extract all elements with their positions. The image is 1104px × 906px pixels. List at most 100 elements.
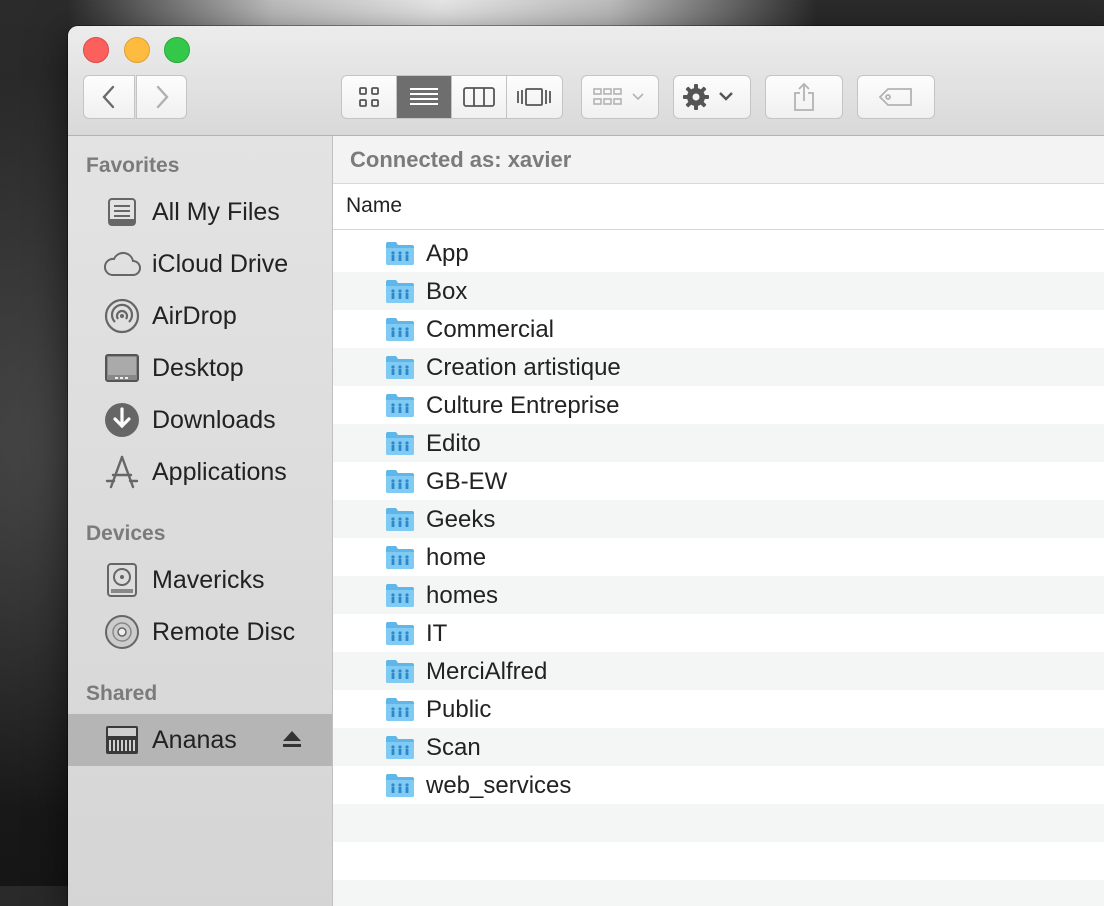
sidebar-header-devices: Devices	[86, 522, 166, 545]
shared-folder-icon	[385, 354, 415, 380]
sidebar-item-label: Remote Disc	[152, 617, 296, 646]
sidebar-item-label: Desktop	[152, 353, 244, 382]
list-item[interactable]: Creation artistique	[333, 348, 1104, 386]
close-button[interactable]	[83, 37, 109, 63]
file-list: App Box Commercial Creation artistique Cultu…	[333, 234, 1104, 906]
back-button[interactable]	[83, 75, 135, 119]
column-header-name[interactable]: Name	[333, 184, 1104, 230]
arrange-grid-icon	[593, 88, 644, 105]
tag-button[interactable]	[857, 75, 935, 119]
download-icon	[102, 400, 142, 440]
chevron-left-icon	[102, 85, 115, 109]
list-item[interactable]: GB-EW	[333, 462, 1104, 500]
shared-folder-icon	[385, 734, 415, 760]
folder-name: homes	[426, 582, 499, 609]
shared-folder-icon	[385, 240, 415, 266]
shared-folder-icon	[385, 772, 415, 798]
sidebar-item-label: Applications	[152, 457, 287, 486]
hard-drive-icon	[102, 560, 142, 600]
sidebar-item-mavericks[interactable]: Mavericks	[68, 554, 332, 606]
file-list-pane: Connected as: xavier Name App Box Commerci…	[333, 136, 1104, 906]
folder-name: home	[426, 544, 487, 571]
cloud-icon	[102, 244, 142, 284]
list-item[interactable]: Commercial	[333, 310, 1104, 348]
sidebar-item-desktop[interactable]: Desktop	[68, 342, 332, 394]
sidebar-item-label: iCloud Drive	[152, 249, 289, 278]
list-item[interactable]: homes	[333, 576, 1104, 614]
shared-folder-icon	[385, 278, 415, 304]
share-icon	[794, 82, 814, 111]
sidebar-item-airdrop[interactable]: AirDrop	[68, 290, 332, 342]
folder-name: MerciAlfred	[426, 658, 548, 685]
shared-folder-icon	[385, 506, 415, 532]
sidebar-header-favorites: Favorites	[86, 154, 180, 177]
list-item[interactable]: home	[333, 538, 1104, 576]
shared-folder-icon	[385, 658, 415, 684]
toolbar	[68, 26, 1104, 136]
list-view-button[interactable]	[397, 76, 452, 118]
list-item[interactable]: Edito	[333, 424, 1104, 462]
folder-name: Edito	[426, 430, 481, 457]
arrange-button[interactable]	[581, 75, 659, 119]
list-item[interactable]: Culture Entreprise	[333, 386, 1104, 424]
share-button[interactable]	[765, 75, 843, 119]
list-item[interactable]: Public	[333, 690, 1104, 728]
grid-icon	[359, 87, 379, 107]
action-button[interactable]	[673, 75, 751, 119]
shared-folder-icon	[385, 620, 415, 646]
view-mode-control	[341, 75, 563, 119]
shared-folder-icon	[385, 430, 415, 456]
columns-icon	[463, 87, 495, 107]
icon-view-button[interactable]	[342, 76, 397, 118]
sidebar-item-icloud-drive[interactable]: iCloud Drive	[68, 238, 332, 290]
sidebar-header-shared: Shared	[86, 682, 158, 705]
sidebar-item-all-my-files[interactable]: All My Files	[68, 186, 332, 238]
sidebar-item-label: Ananas	[152, 725, 237, 754]
empty-row	[333, 880, 1104, 906]
shared-folder-icon	[385, 544, 415, 570]
list-item[interactable]: IT	[333, 614, 1104, 652]
forward-button[interactable]	[136, 75, 187, 119]
folder-name: Public	[426, 696, 492, 723]
column-header-label: Name	[346, 194, 403, 217]
cover-flow-button[interactable]	[507, 76, 562, 118]
empty-row	[333, 842, 1104, 880]
sidebar-item-label: All My Files	[152, 197, 280, 226]
folder-name: web_services	[426, 772, 572, 799]
eject-icon[interactable]	[282, 729, 302, 749]
list-item[interactable]: Scan	[333, 728, 1104, 766]
folder-name: Scan	[426, 734, 481, 761]
list-item[interactable]: web_services	[333, 766, 1104, 804]
list-item[interactable]: MerciAlfred	[333, 652, 1104, 690]
sidebar-item-remote-disc[interactable]: Remote Disc	[68, 606, 332, 658]
all-files-icon	[102, 192, 142, 232]
list-item[interactable]: Geeks	[333, 500, 1104, 538]
shared-folder-icon	[385, 468, 415, 494]
tag-icon	[878, 88, 912, 106]
sidebar-item-applications[interactable]: Applications	[68, 446, 332, 498]
sidebar-item-label: AirDrop	[152, 301, 237, 330]
folder-name: Creation artistique	[426, 354, 621, 381]
folder-name: Box	[426, 278, 468, 305]
shared-folder-icon	[385, 392, 415, 418]
cover-flow-icon	[517, 88, 552, 106]
zoom-button[interactable]	[164, 37, 190, 63]
folder-name: GB-EW	[426, 468, 508, 495]
column-view-button[interactable]	[452, 76, 507, 118]
folder-name: Commercial	[426, 316, 555, 343]
list-icon	[410, 88, 438, 105]
connection-status: Connected as: xavier	[350, 147, 572, 172]
chevron-right-icon	[156, 85, 169, 109]
applications-icon	[102, 452, 142, 492]
sidebar-item-downloads[interactable]: Downloads	[68, 394, 332, 446]
sidebar-item-label: Mavericks	[152, 565, 265, 594]
minimize-button[interactable]	[124, 37, 150, 63]
finder-window: Favorites All My Files iCloud Drive AirD…	[68, 26, 1104, 906]
shared-folder-icon	[385, 316, 415, 342]
sidebar: Favorites All My Files iCloud Drive AirD…	[68, 136, 333, 906]
airdrop-icon	[102, 296, 142, 336]
list-item[interactable]: App	[333, 234, 1104, 272]
list-item[interactable]: Box	[333, 272, 1104, 310]
sidebar-item-ananas[interactable]: Ananas	[68, 714, 332, 766]
disc-icon	[102, 612, 142, 652]
